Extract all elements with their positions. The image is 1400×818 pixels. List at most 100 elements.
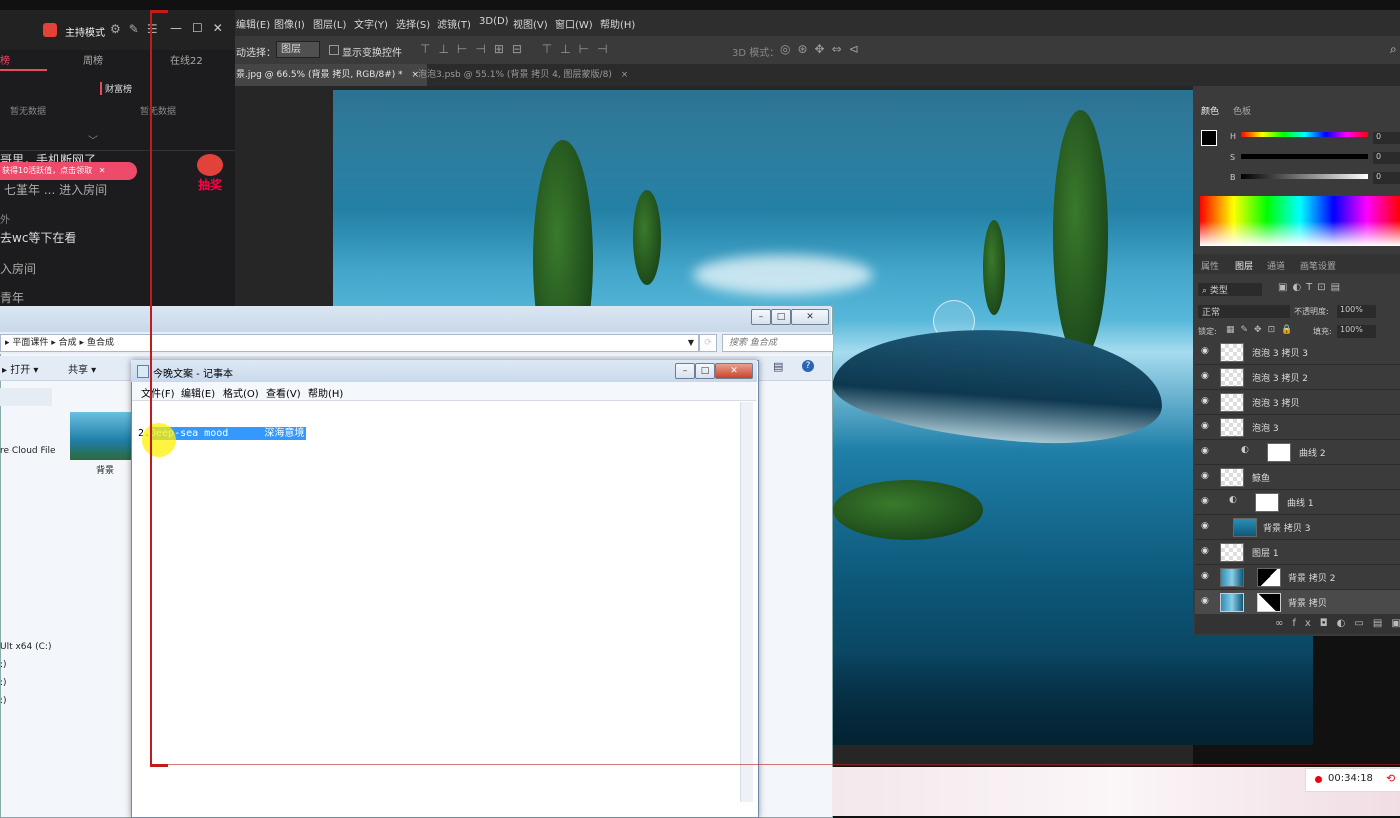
menu-help[interactable]: 帮助(H): [600, 16, 635, 31]
tab-properties[interactable]: 属性: [1201, 259, 1219, 272]
s-slider[interactable]: [1241, 154, 1368, 159]
layer-filter-dropdown[interactable]: ⌕ 类型: [1198, 283, 1262, 296]
menu-file[interactable]: 文件(F): [141, 385, 175, 400]
layer-row[interactable]: ◉ 图层 1: [1195, 540, 1400, 565]
vertical-scrollbar[interactable]: [740, 402, 753, 802]
blend-mode-dropdown[interactable]: 正常: [1198, 305, 1290, 318]
menu-format[interactable]: 格式(O): [223, 385, 259, 400]
breadcrumb-item[interactable]: 鱼合成: [87, 338, 114, 348]
layer-row[interactable]: ◉ 泡泡 3 拷贝: [1195, 390, 1400, 415]
menu-image[interactable]: 图像(I): [274, 16, 305, 31]
refresh-icon[interactable]: ⟳: [699, 334, 717, 352]
b-slider[interactable]: [1241, 174, 1368, 179]
show-transform-checkbox[interactable]: [329, 45, 339, 55]
menu-view[interactable]: 查看(V): [266, 385, 301, 400]
breadcrumb-item[interactable]: 合成: [59, 338, 77, 348]
eye-icon[interactable]: ◉: [1201, 496, 1211, 506]
window-controls[interactable]: —☐✕: [170, 21, 233, 35]
tab-active-document[interactable]: 景.jpg @ 66.5% (背景 拷贝, RGB/8#) * ×: [228, 64, 428, 86]
reward-banner[interactable]: 获得10活跃值，点击领取 ✕: [0, 162, 137, 180]
menu-edit[interactable]: 编辑(E): [236, 16, 270, 31]
sidebar-item[interactable]: :): [0, 678, 7, 688]
eye-icon[interactable]: ◉: [1201, 346, 1211, 356]
open-button[interactable]: ▸ 打开 ▾: [2, 361, 38, 376]
recorder-control-icon[interactable]: ⟲: [1386, 772, 1395, 785]
menu-select[interactable]: 选择(S): [396, 16, 430, 31]
sidebar-item[interactable]: :): [0, 696, 7, 706]
foreground-color-swatch[interactable]: [1201, 130, 1217, 146]
search-input[interactable]: 搜索 鱼合成: [722, 334, 834, 352]
maximize-button[interactable]: □: [695, 363, 715, 379]
eye-icon[interactable]: ◉: [1201, 396, 1211, 406]
notepad-text-area[interactable]: 2. Deep-sea mood 深海意境: [136, 402, 753, 802]
menu-layer[interactable]: 图层(L): [313, 16, 346, 31]
help-icon[interactable]: ?: [802, 360, 814, 372]
search-icon[interactable]: ⌕: [1390, 42, 1397, 57]
menu-edit[interactable]: 编辑(E): [181, 385, 215, 400]
close-button[interactable]: ✕: [791, 309, 829, 325]
eye-icon[interactable]: ◉: [1201, 596, 1211, 606]
chevron-down-icon[interactable]: ﹀: [88, 132, 98, 147]
b-value[interactable]: 0: [1373, 172, 1400, 184]
lottery-button[interactable]: 抽奖: [193, 154, 227, 194]
lock-icons[interactable]: ▦✎✥⊡🔒: [1226, 325, 1298, 335]
menu-window[interactable]: 窗口(W): [555, 16, 593, 31]
tab-rank[interactable]: 榜: [0, 52, 10, 67]
close-icon[interactable]: ×: [621, 70, 629, 80]
menu-3d[interactable]: 3D(D): [479, 16, 509, 27]
fill-value[interactable]: 100%: [1337, 325, 1376, 338]
opacity-value[interactable]: 100%: [1337, 305, 1376, 318]
align-icons[interactable]: ⊤⊥⊢⊣⊞⊟ ⊤⊥⊢⊣: [420, 42, 616, 56]
h-value[interactable]: 0: [1373, 132, 1400, 144]
tab-brush-settings[interactable]: 画笔设置: [1300, 259, 1336, 272]
eye-icon[interactable]: ◉: [1201, 571, 1211, 581]
s-value[interactable]: 0: [1373, 152, 1400, 164]
layers-footer-icons[interactable]: ∞fx◘◐▭▤▣: [1195, 614, 1400, 634]
menu-help[interactable]: 帮助(H): [308, 385, 343, 400]
layer-row[interactable]: ◉ 背景 拷贝 3: [1195, 515, 1400, 540]
auto-select-dropdown[interactable]: 图层: [276, 41, 320, 58]
file-label[interactable]: 背景: [96, 463, 114, 476]
eye-icon[interactable]: ◉: [1201, 421, 1211, 431]
tab-layers[interactable]: 图层: [1235, 259, 1253, 272]
color-spectrum[interactable]: [1200, 196, 1400, 246]
tab-document-2[interactable]: 泡泡3.psb @ 55.1% (背景 拷贝 4, 图层蒙版/8) ×: [410, 64, 636, 86]
tab-color[interactable]: 颜色: [1201, 104, 1219, 117]
breadcrumb[interactable]: ▸ 平面课件 ▸ 合成 ▸ 鱼合成 ▼: [0, 334, 699, 352]
sidebar-item[interactable]: :): [0, 660, 7, 670]
breadcrumb-item[interactable]: 平面课件: [12, 338, 48, 348]
eye-icon[interactable]: ◉: [1201, 471, 1211, 481]
eye-icon[interactable]: ◉: [1201, 371, 1211, 381]
preview-pane-icon[interactable]: ▤: [773, 360, 783, 373]
menu-type[interactable]: 文字(Y): [354, 16, 388, 31]
chevron-down-icon[interactable]: ▼: [688, 335, 694, 351]
tab-channels[interactable]: 通道: [1267, 259, 1285, 272]
minimize-button[interactable]: –: [675, 363, 695, 379]
share-button[interactable]: 共享 ▾: [68, 361, 96, 376]
layer-row-selected[interactable]: ◉ 背景 拷贝: [1195, 590, 1400, 615]
eye-icon[interactable]: ◉: [1201, 546, 1211, 556]
layer-row[interactable]: ◉ 背景 拷贝 2: [1195, 565, 1400, 590]
close-icon[interactable]: ✕: [99, 166, 106, 175]
layer-row[interactable]: ◉ 泡泡 3 拷贝 3: [1195, 340, 1400, 365]
titlebar-icons[interactable]: ⚙✎☰: [110, 22, 166, 36]
layer-row[interactable]: ◉ ◐ 曲线 1: [1195, 490, 1400, 515]
layer-row[interactable]: ◉ 鲸鱼: [1195, 465, 1400, 490]
eye-icon[interactable]: ◉: [1201, 446, 1211, 456]
layer-filter-icons[interactable]: ▣◐T⊡▤: [1278, 282, 1345, 293]
file-thumbnail[interactable]: [70, 412, 132, 460]
close-button[interactable]: ✕: [715, 363, 753, 379]
layer-row[interactable]: ◉ 泡泡 3 拷贝 2: [1195, 365, 1400, 390]
sidebar-selected-item[interactable]: [0, 388, 52, 406]
minimize-button[interactable]: –: [751, 309, 771, 325]
maximize-button[interactable]: □: [771, 309, 791, 325]
tab-online[interactable]: 在线22: [170, 52, 203, 67]
tab-weekly[interactable]: 周榜: [83, 52, 103, 67]
sidebar-item[interactable]: re Cloud File: [0, 446, 56, 456]
eye-icon[interactable]: ◉: [1201, 521, 1211, 531]
h-slider[interactable]: [1241, 132, 1368, 137]
layer-row[interactable]: ◉ ◐ 曲线 2: [1195, 440, 1400, 465]
menu-filter[interactable]: 滤镜(T): [437, 16, 471, 31]
layer-row[interactable]: ◉ 泡泡 3: [1195, 415, 1400, 440]
sidebar-item[interactable]: Ult x64 (C:): [0, 642, 51, 652]
